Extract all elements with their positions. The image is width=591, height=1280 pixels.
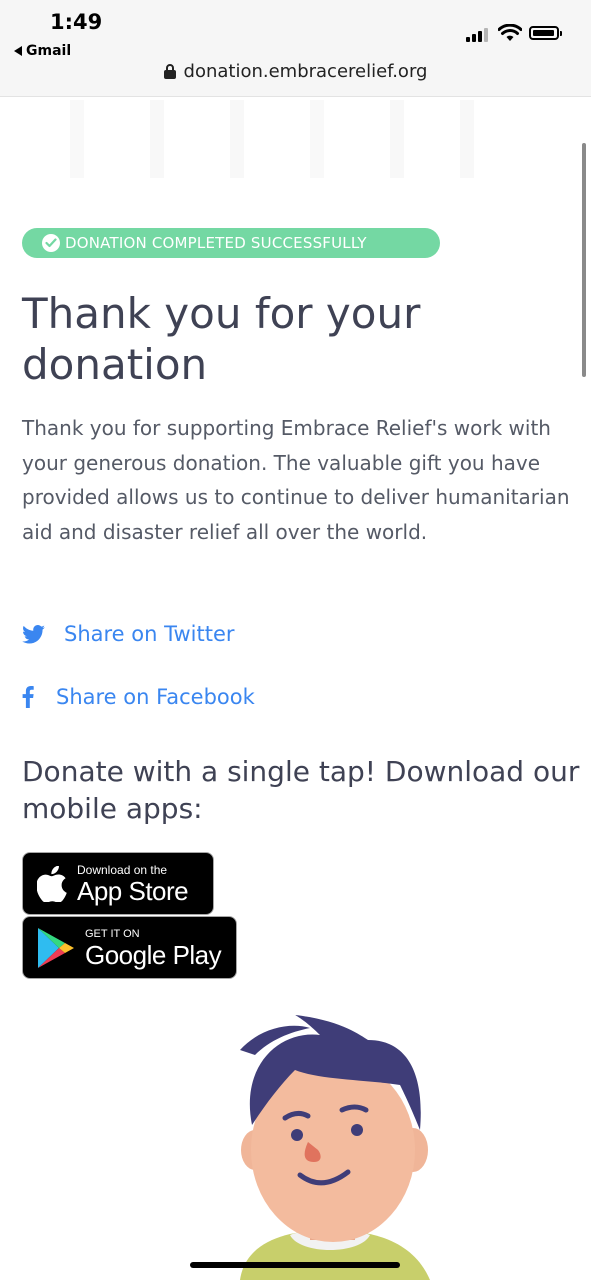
url-text: donation.embracerelief.org — [183, 61, 428, 82]
share-twitter-link[interactable]: Share on Twitter — [22, 622, 235, 646]
thank-you-message: Thank you for supporting Embrace Relief'… — [22, 416, 570, 544]
browser-top-bar: 1:49 Gmail donation.embracerelief.org — [0, 0, 591, 97]
apple-icon — [37, 865, 67, 902]
address-bar[interactable]: donation.embracerelief.org — [0, 61, 591, 82]
app-store-button[interactable]: Download on the App Store — [22, 852, 214, 915]
back-arrow-icon — [14, 46, 22, 56]
status-badge: DONATION COMPLETED SUCCESSFULLY — [22, 228, 440, 258]
google-play-small-text: GET IT ON — [85, 927, 140, 940]
status-time: 1:49 — [50, 10, 103, 34]
google-play-button[interactable]: GET IT ON Google Play — [22, 916, 237, 979]
facebook-icon — [22, 686, 52, 708]
check-circle-icon — [42, 234, 60, 252]
google-play-big-text: Google Play — [85, 939, 222, 970]
cellular-signal-icon — [466, 28, 488, 42]
twitter-icon — [22, 624, 52, 644]
wifi-icon — [498, 24, 522, 41]
app-store-big-text: App Store — [77, 875, 189, 906]
battery-icon — [529, 26, 562, 40]
page-title: Thank you for your donation — [22, 289, 421, 389]
share-twitter-label: Share on Twitter — [64, 622, 235, 646]
faded-logo — [60, 100, 480, 180]
home-indicator[interactable] — [190, 1262, 400, 1268]
back-to-app-button[interactable]: Gmail — [14, 43, 71, 59]
apps-heading: Donate with a single tap! Download our m… — [22, 755, 580, 825]
google-play-icon — [38, 927, 74, 968]
boy-illustration — [240, 1015, 430, 1280]
badge-text: DONATION COMPLETED SUCCESSFULLY — [65, 234, 367, 252]
share-facebook-label: Share on Facebook — [56, 685, 255, 709]
back-app-label: Gmail — [26, 43, 72, 59]
app-store-small-text: Download on the — [77, 862, 168, 877]
scrollbar[interactable] — [582, 143, 586, 377]
lock-icon — [163, 64, 176, 79]
share-facebook-link[interactable]: Share on Facebook — [22, 685, 255, 709]
